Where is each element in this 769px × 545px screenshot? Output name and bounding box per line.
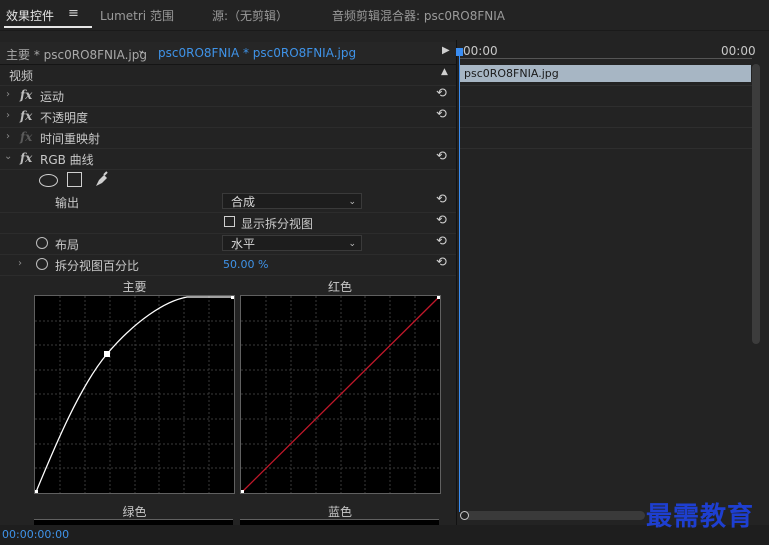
reset-icon[interactable]: ⟲ [436,107,447,122]
pen-mask-icon[interactable] [93,171,110,188]
output-row: 输出 合成 ⌄ ⟲ [0,191,456,213]
effect-name-time-remapping: 时间重映射 [40,132,101,146]
split-view-checkbox[interactable] [224,216,235,227]
effect-name-rgb-curves: RGB 曲线 [40,153,94,167]
rectangle-mask-icon[interactable] [67,172,82,187]
timeline-divider [459,106,752,107]
master-curve-svg[interactable] [35,296,234,493]
effect-controls-header: 主要 * psc0RO8FNIA.jpg ⌄ psc0RO8FNIA * psc… [0,42,456,65]
master-curve-graph[interactable] [34,295,235,494]
master-curve-title: 主要 [122,280,147,294]
mini-timeline-panel [457,40,769,545]
fx-icon[interactable]: fx [20,109,32,123]
output-value: 合成 [231,195,256,209]
ruler-ticks [459,58,752,59]
green-curve-title: 绿色 [122,505,147,519]
expand-right-icon[interactable]: ▶ [442,45,450,56]
layout-label: 布局 [55,238,80,252]
chevron-right-icon[interactable]: › [6,110,10,121]
red-curve-svg[interactable] [241,296,440,493]
watermark-logo: 最需教育 [646,502,755,532]
reset-icon[interactable]: ⟲ [436,255,447,270]
red-curve-title: 红色 [327,280,352,294]
curve-endpoint[interactable] [35,490,38,493]
timeline-clip[interactable]: psc0RO8FNIA.jpg [459,65,751,82]
chevron-down-icon: ⌄ [348,197,356,207]
tab-lumetri-scopes[interactable]: Lumetri 范围 [100,7,174,24]
mask-tools-row [0,169,456,191]
curve-endpoint[interactable] [437,296,440,299]
blue-curve-title: 蓝色 [327,505,352,519]
master-clip-label[interactable]: 主要 * psc0RO8FNIA.jpg [6,46,147,63]
zoom-scroll-handle[interactable] [460,511,469,520]
tab-audio-clip-mixer[interactable]: 音频剪辑混合器: psc0RO8FNIA [332,7,505,24]
ellipse-mask-icon[interactable] [39,174,58,187]
tab-effect-controls[interactable]: 效果控件 [6,7,54,24]
split-percent-value[interactable]: 50.00 % [223,258,268,271]
curve-endpoint[interactable] [231,296,234,299]
chevron-right-icon[interactable]: › [18,258,22,269]
ruler-end-time: 00:00 [721,44,756,58]
video-section-row: 视频 ▲ [0,64,456,86]
reset-icon[interactable]: ⟲ [436,86,447,101]
fx-icon[interactable]: fx [20,88,32,102]
effect-name-motion: 运动 [40,90,65,104]
stopwatch-icon[interactable] [36,237,48,249]
tab-source[interactable]: 源:（无剪辑） [212,7,288,24]
current-timecode[interactable]: 00:00:00:00 [2,528,69,541]
chevron-down-icon: ⌄ [348,239,356,249]
timeline-divider [459,85,752,86]
red-curve-graph[interactable] [240,295,441,494]
active-tab-indicator [4,26,92,28]
timeline-divider [459,148,752,149]
horizontal-scrollbar[interactable] [461,511,645,520]
output-label: 输出 [55,196,80,210]
playhead-line[interactable] [459,52,460,512]
split-view-row: 显示拆分视图 ⟲ [0,212,456,234]
layout-row: 布局 水平 ⌄ ⟲ [0,233,456,255]
curve-endpoint[interactable] [241,490,244,493]
playhead-handle[interactable] [456,48,463,56]
panel-tab-bar: 效果控件 ≡ Lumetri 范围 源:（无剪辑） 音频剪辑混合器: psc0R… [0,0,769,31]
chevron-right-icon[interactable]: › [6,131,10,142]
reset-icon[interactable]: ⟲ [436,213,447,228]
reset-icon[interactable]: ⟲ [436,234,447,249]
split-view-label: 显示拆分视图 [241,217,314,231]
reset-icon[interactable]: ⟲ [436,149,447,164]
effect-row-rgb-curves[interactable]: ⌄ fx RGB 曲线 ⟲ [0,148,456,170]
reset-icon[interactable]: ⟲ [436,192,447,207]
split-percent-label: 拆分视图百分比 [55,259,140,273]
effect-row-opacity[interactable]: › fx 不透明度 ⟲ [0,106,456,128]
ruler-start-time: 00:00 [463,44,498,58]
layout-dropdown[interactable]: 水平 ⌄ [222,235,362,251]
sequence-clip-label[interactable]: psc0RO8FNIA * psc0RO8FNIA.jpg [158,46,356,60]
fx-icon-disabled: fx [20,130,33,144]
hamburger-icon[interactable]: ≡ [68,6,79,21]
effect-name-opacity: 不透明度 [40,111,89,125]
output-dropdown[interactable]: 合成 ⌄ [222,193,362,209]
vertical-scrollbar[interactable] [752,64,760,344]
split-percent-row: › 拆分视图百分比 50.00 % ⟲ [0,254,456,276]
chevron-down-icon[interactable]: ⌄ [4,151,12,162]
chevron-down-icon[interactable]: ⌄ [137,45,145,56]
fx-icon[interactable]: fx [20,151,32,165]
collapse-up-icon[interactable]: ▲ [441,67,448,77]
layout-value: 水平 [231,237,256,251]
effect-row-time-remapping[interactable]: › fx 时间重映射 [0,127,456,149]
video-section-label: 视频 [9,69,34,83]
stopwatch-icon[interactable] [36,258,48,270]
chevron-right-icon[interactable]: › [6,89,10,100]
timeline-divider [459,127,752,128]
curve-control-point[interactable] [104,351,110,357]
effect-row-motion[interactable]: › fx 运动 ⟲ [0,85,456,107]
